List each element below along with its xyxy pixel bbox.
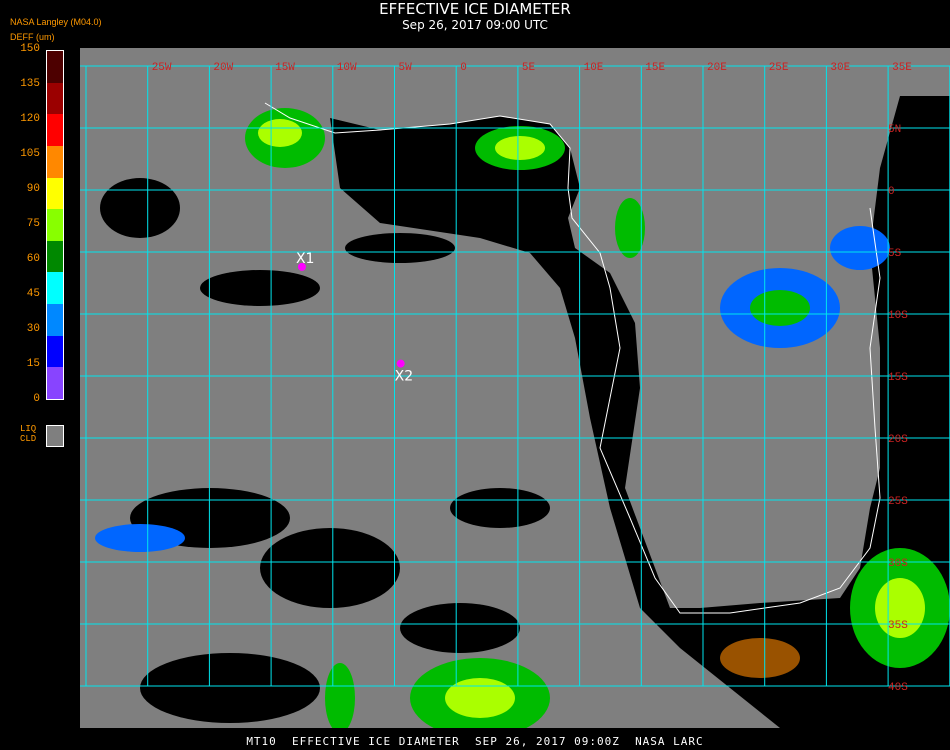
latitude-label: 10S (888, 310, 908, 322)
ice-cloud (830, 226, 890, 270)
colorbar-tick-label: 135 (20, 78, 40, 90)
colorbar-tick-label: 0 (33, 393, 40, 405)
ice-cloud (258, 119, 302, 147)
site-marker-label: X1 (296, 251, 315, 267)
latitude-label: 25S (888, 496, 908, 508)
clear-patch (200, 270, 320, 306)
latitude-label: 5N (888, 124, 901, 136)
latitude-label: 5S (888, 248, 902, 260)
longitude-label: 10E (584, 62, 604, 74)
latitude-label: 35S (888, 620, 908, 632)
colorbar-tick-label: 105 (20, 148, 40, 160)
longitude-label: 25E (769, 62, 789, 74)
footer-caption: MT10 EFFECTIVE ICE DIAMETER SEP 26, 2017… (246, 735, 704, 748)
clear-patch (450, 488, 550, 528)
colorbar-tick-label: 150 (20, 43, 40, 55)
latitude-label: 30S (888, 558, 908, 570)
site-marker-label: X2 (395, 369, 414, 385)
longitude-label: 15W (275, 62, 295, 74)
latitude-label: 0 (888, 186, 895, 198)
colorbar-tick-label: 45 (26, 288, 40, 300)
colorbar-tick-label: 120 (20, 113, 40, 125)
clear-patch (260, 528, 400, 608)
ice-cloud (720, 638, 800, 678)
longitude-label: 10W (337, 62, 357, 74)
map-title: EFFECTIVE ICE DIAMETER (379, 0, 571, 18)
colorbar-segment (47, 304, 63, 337)
colorbar-segment (47, 51, 63, 84)
colorbar (46, 50, 64, 400)
clear-patch (345, 233, 455, 263)
unit-label: DEFF (um) (10, 32, 55, 42)
ice-cloud (495, 136, 545, 160)
liquid-cloud-swatch (46, 425, 64, 447)
clear-patch (140, 653, 320, 723)
site-marker-dot[interactable] (396, 359, 405, 368)
colorbar-segment (47, 367, 63, 400)
longitude-label: 35E (892, 62, 912, 74)
colorbar-tick-label: 15 (26, 358, 40, 370)
liquid-label-line1: LIQ (20, 424, 37, 434)
ice-cloud (445, 678, 515, 718)
longitude-label: 15E (645, 62, 665, 74)
latitude-label: 15S (888, 372, 908, 384)
colorbar-tick-label: 75 (26, 218, 40, 230)
ice-cloud (615, 198, 645, 258)
colorbar-segment (47, 177, 63, 210)
clear-patch (400, 603, 520, 653)
liquid-label-line2: CLD (20, 434, 37, 444)
colorbar-segment (47, 335, 63, 368)
longitude-label: 30E (830, 62, 850, 74)
longitude-label: 0 (460, 62, 467, 74)
clear-patch (100, 178, 180, 238)
colorbar-segment (47, 209, 63, 242)
ice-cloud (750, 290, 810, 326)
colorbar-segment (47, 114, 63, 147)
map-subtitle: Sep 26, 2017 09:00 UTC (402, 18, 548, 32)
longitude-label: 20W (213, 62, 233, 74)
latitude-label: 20S (888, 434, 908, 446)
latitude-label: 40S (888, 682, 908, 694)
colorbar-tick-label: 90 (26, 183, 40, 195)
longitude-label: 5W (399, 62, 413, 74)
longitude-label: 25W (152, 62, 172, 74)
colorbar-tick-label: 60 (26, 253, 40, 265)
longitude-label: 5E (522, 62, 536, 74)
liquid-cloud-label: LIQ CLD (20, 424, 36, 444)
org-label: NASA Langley (M04.0) (10, 17, 102, 27)
colorbar-tick-label: 30 (26, 323, 40, 335)
colorbar-segment (47, 240, 63, 273)
colorbar-segment (47, 272, 63, 305)
longitude-label: 20E (707, 62, 727, 74)
colorbar-segment (47, 82, 63, 115)
satellite-map[interactable]: 5N 0 5S 10S 15S 20S 25S 30S 35S 40S 25W 20W 15W 10W 5… (80, 48, 950, 728)
colorbar-segment (47, 145, 63, 179)
ice-cloud (95, 524, 185, 552)
